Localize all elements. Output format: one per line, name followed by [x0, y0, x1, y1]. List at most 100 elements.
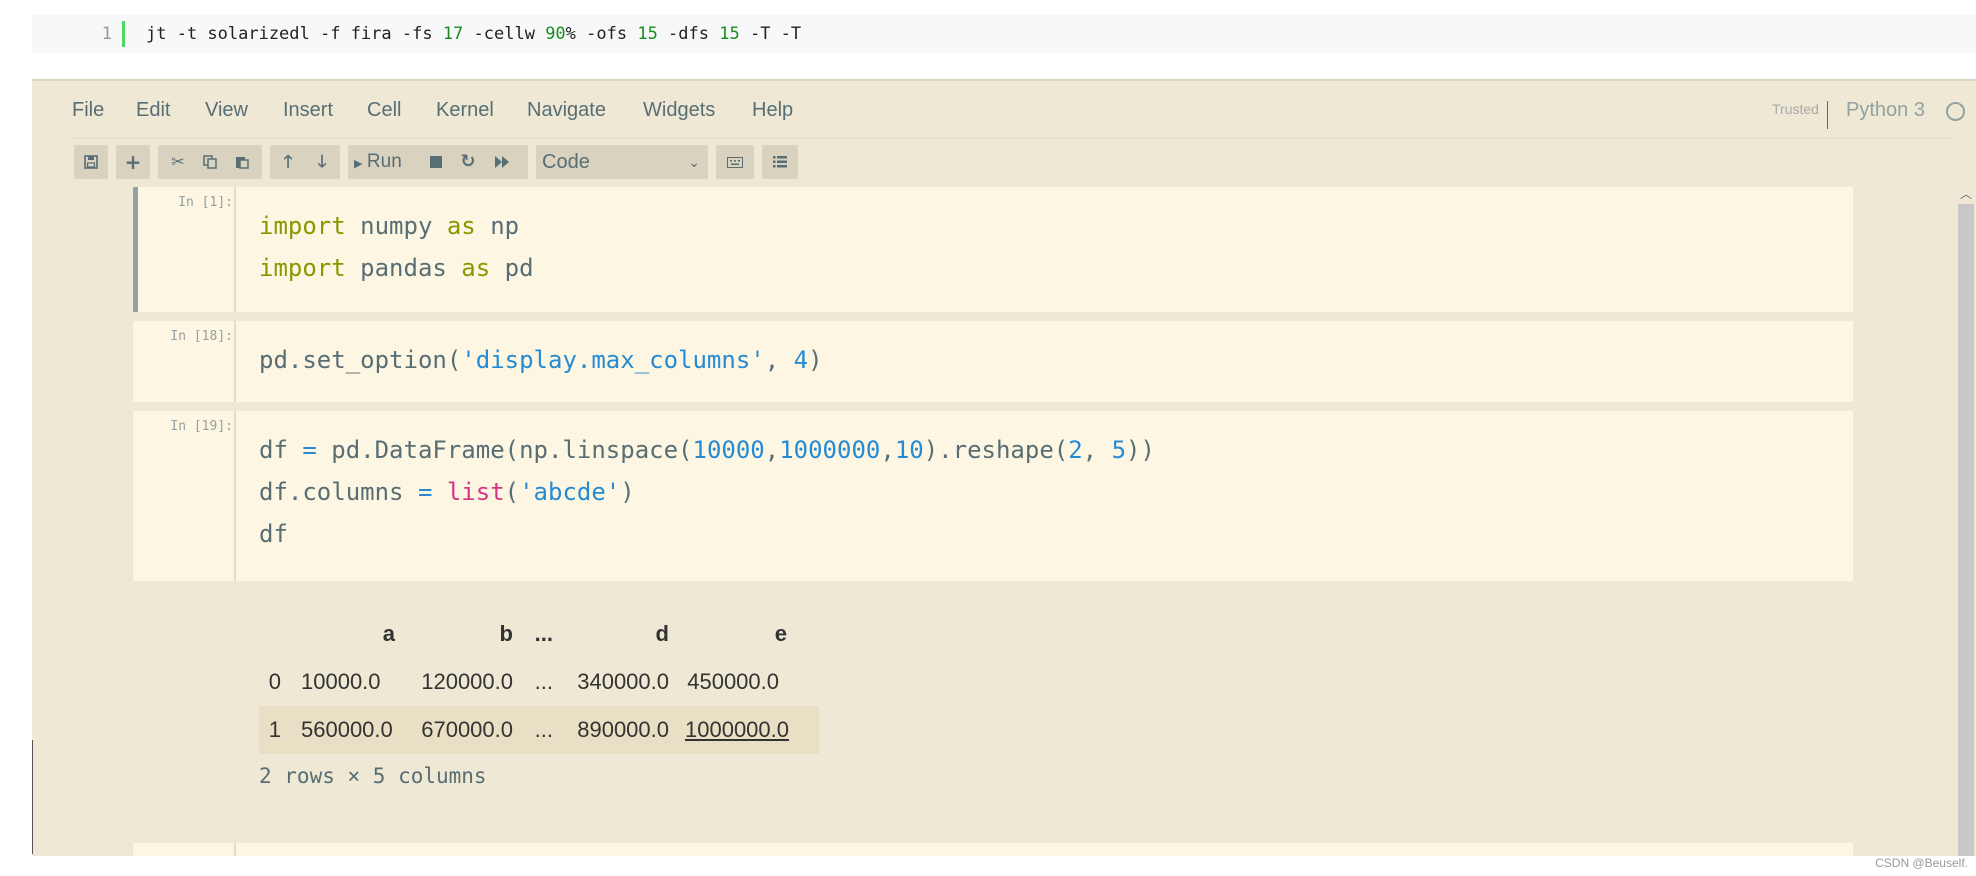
code-input[interactable]: import numpy as np import pandas as pd — [259, 205, 534, 289]
code-token: , — [880, 436, 895, 464]
input-area-border — [234, 321, 236, 402]
command-token: 17 — [442, 24, 464, 44]
cell-prompt: In [19]: — [170, 419, 233, 434]
menu-navigate[interactable]: Navigate — [527, 81, 606, 139]
insert-cell-button[interactable]: + — [116, 145, 150, 179]
toolbar: + ✂ 🡑 🡓 ▶ Run ↻ Code ⌄ — [32, 145, 1976, 181]
header-index — [259, 610, 281, 658]
code-line: df = pd.DataFrame(np.linspace(10000,1000… — [259, 429, 1155, 471]
input-area-border — [234, 187, 236, 312]
input-area-border — [234, 411, 236, 581]
code-token: 1000000 — [779, 436, 881, 464]
code-line: pd.set_option('display.max_columns', 4) — [259, 339, 823, 381]
scroll-up-icon[interactable]: ︿ — [1960, 185, 1972, 202]
menu-edit[interactable]: Edit — [136, 81, 170, 139]
cell-type-select[interactable]: Code ⌄ — [536, 145, 708, 179]
trusted-indicator[interactable]: Trusted — [1772, 101, 1828, 129]
cell-a: 560000.0 — [301, 717, 393, 742]
code-token: , — [1082, 436, 1112, 464]
code-token: = — [417, 478, 433, 506]
code-token: pd.set_option( — [259, 346, 462, 374]
code-token: import — [259, 212, 346, 240]
code-token: = — [302, 436, 317, 464]
chevron-down-icon: ⌄ — [688, 154, 700, 170]
menu-file[interactable]: File — [72, 81, 104, 139]
code-line: import numpy as np — [259, 205, 534, 247]
code-line: df — [259, 513, 1155, 555]
code-input[interactable]: df = pd.DataFrame(np.linspace(10000,1000… — [259, 429, 1155, 555]
input-area-border — [234, 843, 236, 856]
command-token: % -ofs — [565, 24, 638, 44]
copy-icon[interactable] — [194, 145, 226, 179]
command-token: 90 — [545, 24, 566, 44]
cell-b: 670000.0 — [421, 717, 513, 742]
cut-icon[interactable]: ✂ — [162, 145, 194, 179]
menu-help[interactable]: Help — [752, 81, 793, 139]
code-token: as — [446, 212, 476, 240]
header-a: a — [382, 621, 395, 646]
row-index: 1 — [268, 717, 281, 742]
scrollbar-thumb[interactable] — [1958, 204, 1974, 856]
code-token: 10 — [894, 436, 924, 464]
code-token: 5 — [1111, 436, 1127, 464]
arrow-down-icon[interactable]: 🡓 — [306, 145, 338, 179]
header-ellipsis: ... — [534, 621, 553, 646]
header-b: b — [499, 621, 513, 646]
kernel-name[interactable]: Python 3 — [1846, 81, 1925, 139]
command-code-block: 1 jt -t solarizedl -f fira -fs 17 -cellw… — [32, 15, 1976, 53]
table-header-row: a b ... d e — [259, 610, 819, 658]
code-token: pandas — [345, 254, 462, 282]
run-button[interactable]: ▶ Run — [354, 145, 416, 179]
menu-kernel[interactable]: Kernel — [436, 81, 494, 139]
command-text: jt -t solarizedl -f fira -fs 17 -cellw 9… — [146, 15, 801, 53]
plus-icon: + — [124, 150, 142, 174]
cell-ellipsis: ... — [534, 669, 553, 694]
code-token: 10000 — [692, 436, 765, 464]
menu-widgets[interactable]: Widgets — [643, 81, 715, 139]
move-button-group: 🡑 🡓 — [270, 145, 340, 179]
arrow-up-icon[interactable]: 🡑 — [272, 145, 304, 179]
code-token: np — [475, 212, 520, 240]
menu-cell[interactable]: Cell — [367, 81, 401, 139]
save-button[interactable] — [74, 145, 108, 179]
code-cell-3[interactable]: In [19]: df = pd.DataFrame(np.linspace(1… — [133, 411, 1853, 581]
dataframe-shape: 2 rows × 5 columns — [259, 764, 487, 788]
menu-insert[interactable]: Insert — [283, 81, 333, 139]
table-row: 1 560000.0 670000.0 ... 890000.0 1000000… — [259, 706, 819, 754]
jupyter-notebook: File Edit View Insert Cell Kernel Naviga… — [32, 79, 1976, 856]
stop-icon[interactable] — [420, 145, 452, 179]
cell-d: 890000.0 — [577, 717, 669, 742]
menubar: File Edit View Insert Cell Kernel Naviga… — [32, 81, 1976, 139]
command-token: -cellw — [463, 24, 546, 44]
code-input[interactable]: pd.set_option('display.max_columns', 4) — [259, 339, 823, 381]
code-token: df.columns — [259, 478, 418, 506]
command-token: -dfs — [657, 24, 720, 44]
code-token: pd — [490, 254, 534, 282]
paste-icon[interactable] — [226, 145, 258, 179]
cell-a: 10000.0 — [301, 669, 381, 694]
watermark: CSDN @Beuself. — [1875, 856, 1968, 870]
restart-icon[interactable]: ↻ — [452, 145, 484, 179]
command-token: -T -T — [739, 24, 802, 44]
command-palette-button[interactable] — [716, 145, 754, 179]
code-cell-1[interactable]: In [1]: import numpy as np import pandas … — [133, 187, 1853, 312]
command-token: jt -t solarizedl -f fira -fs — [146, 24, 443, 44]
cell-d: 340000.0 — [577, 669, 669, 694]
run-label: Run — [366, 151, 402, 172]
code-token: as — [461, 254, 491, 282]
cell-b: 120000.0 — [421, 669, 513, 694]
cell-type-value: Code — [542, 151, 590, 173]
menu-view[interactable]: View — [205, 81, 248, 139]
next-cell[interactable] — [133, 843, 1853, 856]
code-cell-2[interactable]: In [18]: pd.set_option('display.max_colu… — [133, 321, 1853, 402]
code-token: , — [764, 346, 794, 374]
command-token: 15 — [719, 24, 740, 44]
code-token: 2 — [1068, 436, 1083, 464]
header-d: d — [655, 621, 669, 646]
toc-button[interactable] — [762, 145, 798, 179]
fast-forward-icon[interactable] — [486, 145, 518, 179]
keyboard-icon — [716, 145, 754, 179]
code-token: 4 — [793, 346, 809, 374]
cell-e: 450000.0 — [687, 669, 779, 694]
